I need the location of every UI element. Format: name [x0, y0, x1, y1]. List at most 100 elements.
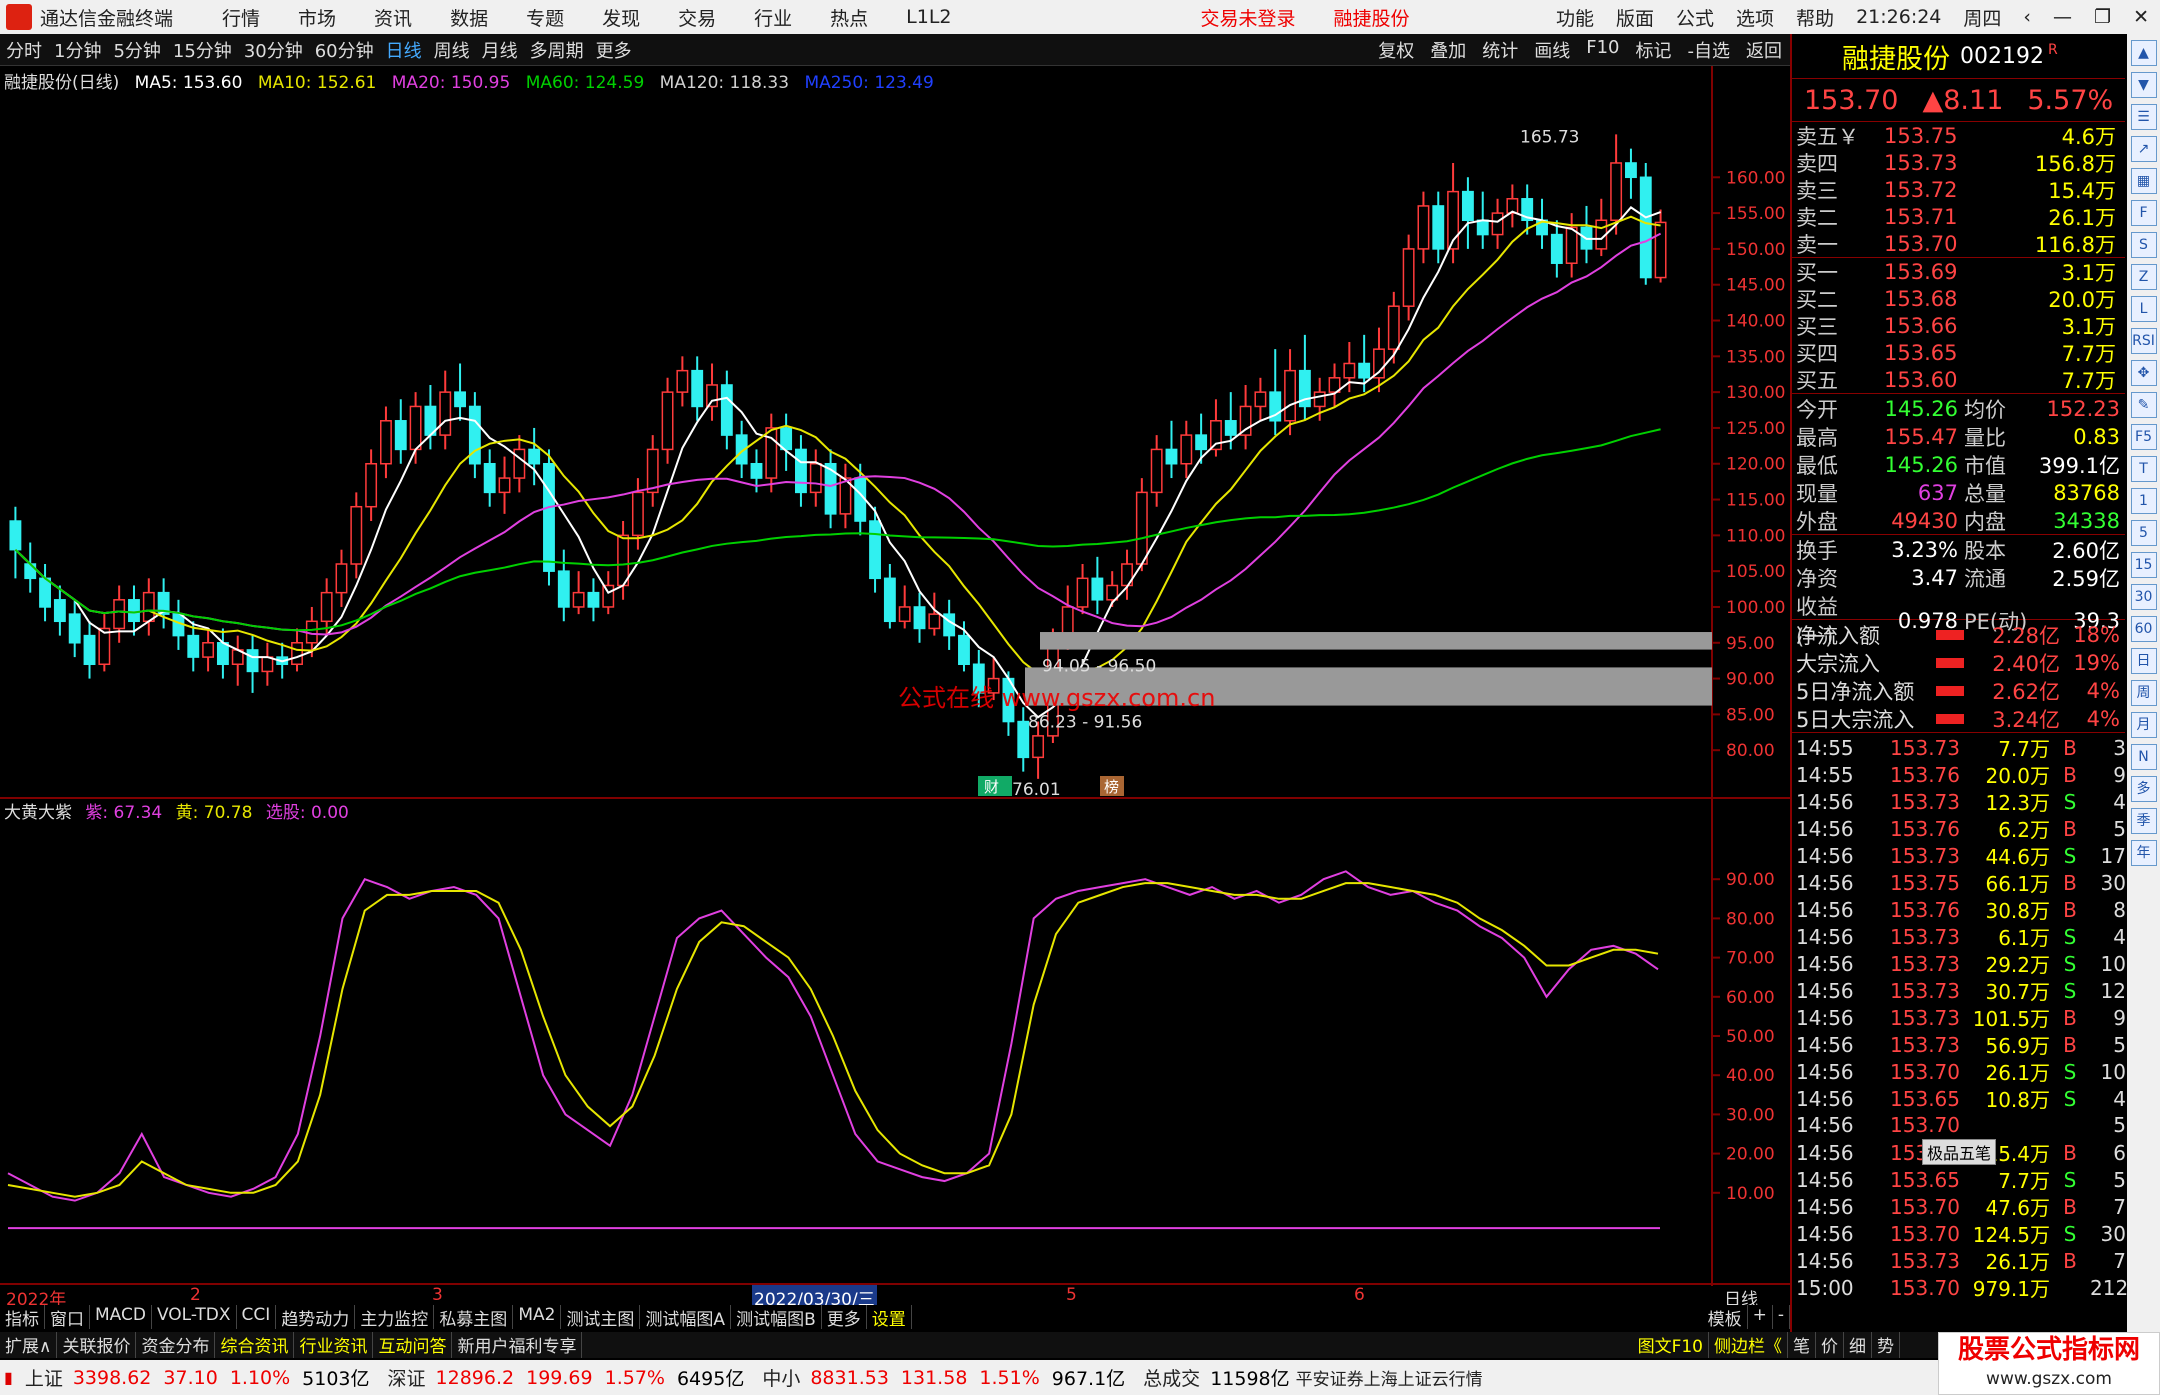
side-button[interactable]: 30 [2130, 584, 2157, 610]
sh-label[interactable]: 上证 [25, 1364, 63, 1391]
side-button[interactable]: T [2130, 456, 2157, 482]
ask-row[interactable]: 卖五￥ 153.75 4.6万 [1792, 122, 2125, 149]
menu-options[interactable]: 选项 [1736, 4, 1774, 31]
ime-bar[interactable]: 极品五笔 [1922, 1139, 1997, 1165]
tab-test-a[interactable]: 测试幅图A [640, 1305, 732, 1330]
side-button[interactable]: S [2130, 232, 2157, 258]
menu-item[interactable]: 热点 [830, 4, 868, 31]
ask-row[interactable]: 卖二 153.71 26.1万 [1792, 203, 2125, 230]
tab-fund-dist[interactable]: 资金分布 [136, 1332, 216, 1358]
tab-qa[interactable]: 互动问答 [373, 1332, 453, 1358]
tab-window[interactable]: 窗口 [45, 1305, 90, 1330]
minimize-icon[interactable]: — [2053, 6, 2072, 28]
side-button[interactable]: 60 [2130, 616, 2157, 642]
ask-row[interactable]: 卖一 153.70 116.8万 [1792, 230, 2125, 257]
menu-item[interactable]: 市场 [298, 4, 336, 31]
period-tab-more[interactable]: 更多 [596, 37, 632, 63]
bid-row[interactable]: 买三 153.66 3.1万 [1792, 312, 2125, 339]
tab-vol[interactable]: VOL-TDX [152, 1305, 237, 1329]
side-button[interactable]: Z [2130, 264, 2157, 290]
list-icon[interactable]: ☰ [2130, 104, 2157, 130]
tab-template[interactable]: 模板 [1703, 1305, 1748, 1330]
close-icon[interactable]: ✕ [2133, 6, 2149, 28]
tab-expand[interactable]: 扩展∧ [0, 1332, 58, 1358]
period-tab[interactable]: 1分钟 [54, 37, 101, 63]
back-icon[interactable]: ‹ [2023, 6, 2031, 28]
tab-settings[interactable]: 设置 [867, 1305, 912, 1330]
side-button[interactable]: 年 [2130, 840, 2157, 866]
side-button[interactable]: 季 [2130, 808, 2157, 834]
bid-row[interactable]: 买一 153.69 3.1万 [1792, 258, 2125, 285]
tool-draw[interactable]: 画线 [1534, 37, 1570, 63]
move-icon[interactable]: ✥ [2130, 360, 2157, 386]
tab-trend[interactable]: 趋势动力 [276, 1305, 356, 1330]
up-icon[interactable]: ▲ [2130, 40, 2157, 66]
down-icon[interactable]: ▼ [2130, 72, 2157, 98]
zoom-out-button[interactable]: - [1773, 1305, 1790, 1329]
tool-adjust[interactable]: 复权 [1378, 37, 1414, 63]
bid-row[interactable]: 买五 153.60 7.7万 [1792, 366, 2125, 393]
side-button[interactable]: 月 [2130, 712, 2157, 738]
tab-more[interactable]: 更多 [822, 1305, 867, 1330]
side-button[interactable]: L [2130, 296, 2157, 322]
tab-detail[interactable]: 细 [1844, 1332, 1872, 1358]
zx-label[interactable]: 中小 [762, 1364, 800, 1391]
tab-trend2[interactable]: 势 [1872, 1332, 1900, 1358]
ask-row[interactable]: 卖三 153.72 15.4万 [1792, 176, 2125, 203]
period-tab[interactable]: 分时 [6, 37, 42, 63]
side-button[interactable]: N [2130, 744, 2157, 770]
period-tab[interactable]: 30分钟 [244, 37, 303, 63]
side-button[interactable]: F5 [2130, 424, 2157, 450]
sz-label[interactable]: 深证 [388, 1364, 426, 1391]
side-button[interactable]: F [2130, 200, 2157, 226]
side-button[interactable]: RSI [2130, 328, 2157, 354]
tick-list[interactable]: 14:55 153.73 7.7万 B 3 14:55 153.76 20.0万 B 9 14:56… [1792, 733, 2128, 1302]
tab-ma2[interactable]: MA2 [513, 1305, 562, 1329]
period-tab[interactable]: 周线 [434, 37, 470, 63]
tab-macd[interactable]: MACD [90, 1305, 152, 1329]
side-button[interactable]: 5 [2130, 520, 2157, 546]
restore-icon[interactable]: ❐ [2094, 6, 2111, 28]
tab-news[interactable]: 综合资讯 [215, 1332, 295, 1358]
tool-mark[interactable]: 标记 [1636, 37, 1672, 63]
period-tab-active[interactable]: 日线 [386, 37, 422, 63]
side-button[interactable]: 15 [2130, 552, 2157, 578]
period-tab[interactable]: 月线 [482, 37, 518, 63]
side-button[interactable]: 周 [2130, 680, 2157, 706]
menu-layout[interactable]: 版面 [1616, 4, 1654, 31]
tab-welfare[interactable]: 新用户福利专享 [452, 1332, 583, 1358]
menu-item[interactable]: 发现 [602, 4, 640, 31]
menu-item[interactable]: 数据 [450, 4, 488, 31]
period-tab[interactable]: 60分钟 [315, 37, 374, 63]
period-tab[interactable]: 15分钟 [173, 37, 232, 63]
zoom-in-button[interactable]: + [1748, 1305, 1773, 1329]
menu-item[interactable]: 专题 [526, 4, 564, 31]
period-tab[interactable]: 5分钟 [113, 37, 160, 63]
tab-sidebar[interactable]: 侧边栏《 [1709, 1332, 1788, 1358]
tab-price[interactable]: 价 [1816, 1332, 1844, 1358]
tab-test-main[interactable]: 测试主图 [561, 1305, 641, 1330]
bid-row[interactable]: 买二 153.68 20.0万 [1792, 285, 2125, 312]
menu-help[interactable]: 帮助 [1796, 4, 1834, 31]
chart-icon[interactable]: ↗ [2130, 136, 2157, 162]
tool-back[interactable]: 返回 [1746, 37, 1782, 63]
tool-stats[interactable]: 统计 [1482, 37, 1518, 63]
tab-test-b[interactable]: 测试幅图B [731, 1305, 822, 1330]
tool-watchlist[interactable]: -自选 [1688, 37, 1731, 63]
menu-item[interactable]: 交易 [678, 4, 716, 31]
tab-main-monitor[interactable]: 主力监控 [355, 1305, 435, 1330]
tool-f10[interactable]: F10 [1586, 37, 1619, 63]
tool-overlay[interactable]: 叠加 [1430, 37, 1466, 63]
menu-formula[interactable]: 公式 [1676, 4, 1714, 31]
pen-icon[interactable]: ✎ [2130, 392, 2157, 418]
tab-private[interactable]: 私募主图 [434, 1305, 514, 1330]
bid-row[interactable]: 买四 153.65 7.7万 [1792, 339, 2125, 366]
menu-function[interactable]: 功能 [1556, 4, 1594, 31]
tab-cci[interactable]: CCI [237, 1305, 277, 1329]
side-button[interactable]: 多 [2130, 776, 2157, 802]
tab-indicator[interactable]: 指标 [0, 1305, 45, 1330]
grid-icon[interactable]: ▦ [2130, 168, 2157, 194]
login-status[interactable]: 交易未登录 [1201, 4, 1296, 31]
menu-item[interactable]: L1L2 [906, 6, 951, 28]
tab-bi[interactable]: 笔 [1788, 1332, 1816, 1358]
